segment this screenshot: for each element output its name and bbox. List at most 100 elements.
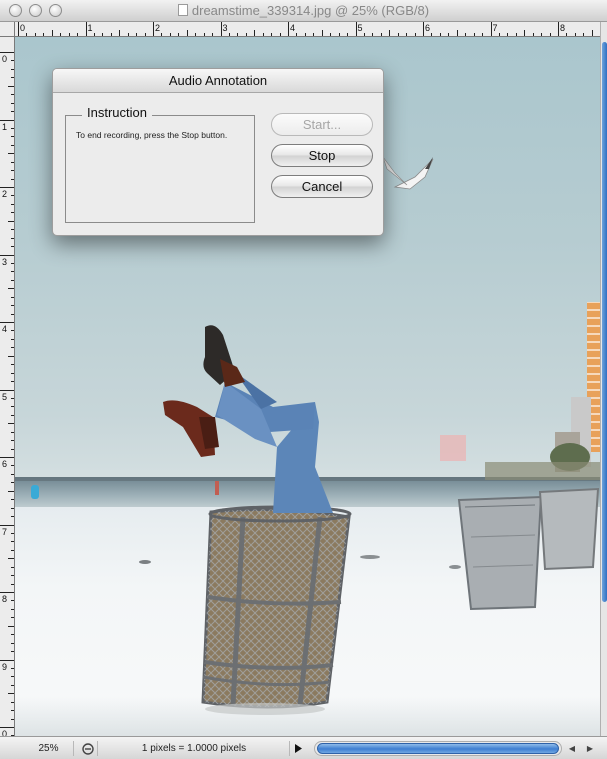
ruler-minor-tick bbox=[11, 617, 14, 619]
horizontal-scrollbar-thumb[interactable] bbox=[317, 743, 559, 754]
cancel-button[interactable]: Cancel bbox=[271, 175, 373, 198]
ruler-minor-tick bbox=[389, 30, 391, 36]
ruler-minor-tick bbox=[11, 170, 14, 172]
ruler-minor-tick bbox=[465, 33, 467, 36]
ruler-minor-tick bbox=[245, 33, 247, 36]
ruler-minor-tick bbox=[43, 33, 45, 36]
ruler-minor-tick bbox=[11, 60, 14, 62]
ruler-minor-tick bbox=[11, 414, 14, 416]
horizontal-ruler[interactable]: 0 1 2 3 4 5 6 7 8 bbox=[0, 22, 600, 37]
ruler-minor-tick bbox=[541, 33, 543, 36]
ruler-label: 8 bbox=[2, 594, 8, 604]
ruler-major-tick bbox=[0, 727, 14, 728]
ruler-major-tick bbox=[0, 457, 14, 458]
ruler-minor-tick bbox=[60, 33, 62, 36]
ruler-label: 9 bbox=[2, 661, 8, 672]
ruler-minor-tick bbox=[11, 212, 14, 214]
ruler-minor-tick bbox=[8, 153, 14, 155]
scroll-left-icon[interactable]: ◀ bbox=[565, 741, 579, 756]
ruler-minor-tick bbox=[11, 575, 14, 577]
ruler-minor-tick bbox=[8, 288, 14, 290]
ruler-minor-tick bbox=[8, 558, 14, 560]
ruler-minor-tick bbox=[11, 305, 14, 307]
ruler-origin[interactable] bbox=[0, 22, 15, 37]
distant-person bbox=[31, 485, 39, 499]
ruler-minor-tick bbox=[532, 33, 534, 36]
main-trash-can bbox=[201, 505, 352, 715]
ruler-minor-tick bbox=[11, 347, 14, 349]
ruler-minor-tick bbox=[498, 33, 500, 36]
ruler-minor-tick bbox=[11, 634, 14, 636]
ruler-minor-tick bbox=[11, 549, 14, 551]
ruler-minor-tick bbox=[136, 33, 138, 36]
ruler-minor-tick bbox=[279, 33, 281, 36]
ruler-minor-tick bbox=[11, 279, 14, 281]
ruler-minor-tick bbox=[11, 608, 14, 610]
version-cue-icon[interactable] bbox=[78, 741, 98, 756]
ruler-minor-tick bbox=[566, 33, 568, 36]
ruler-major-tick bbox=[288, 22, 289, 36]
ruler-minor-tick bbox=[448, 33, 450, 36]
ruler-minor-tick bbox=[456, 30, 458, 36]
triangle-right-icon bbox=[295, 744, 302, 753]
ruler-minor-tick bbox=[186, 30, 188, 36]
audio-annotation-dialog: Audio Annotation Start... Stop Cancel bbox=[52, 68, 384, 236]
stop-button[interactable]: Stop bbox=[271, 144, 373, 167]
ruler-minor-tick bbox=[11, 271, 14, 273]
ruler-label: 2 bbox=[2, 189, 8, 199]
ruler-minor-tick bbox=[380, 33, 382, 36]
ruler-minor-tick bbox=[11, 127, 14, 129]
ruler-minor-tick bbox=[583, 33, 585, 36]
zoom-level-field[interactable]: 25% bbox=[24, 741, 74, 756]
ruler-label: 6 bbox=[2, 459, 8, 469]
ruler-minor-tick bbox=[347, 33, 349, 36]
ruler-minor-tick bbox=[119, 30, 121, 36]
ruler-minor-tick bbox=[34, 33, 36, 36]
ruler-minor-tick bbox=[93, 33, 95, 36]
status-menu-button[interactable] bbox=[289, 741, 307, 756]
vertical-scrollbar-thumb[interactable] bbox=[602, 42, 607, 602]
ruler-minor-tick bbox=[11, 473, 14, 475]
vertical-ruler[interactable]: 0 1 2 3 4 5 6 7 8 9 0 bbox=[0, 37, 15, 736]
ruler-label: 0 bbox=[2, 729, 8, 736]
ruler-minor-tick bbox=[271, 33, 273, 36]
vertical-scrollbar[interactable] bbox=[600, 22, 607, 736]
distant-figure bbox=[215, 481, 219, 495]
ruler-minor-tick bbox=[507, 33, 509, 36]
instruction-group-label: Instruction bbox=[82, 105, 152, 120]
ruler-minor-tick bbox=[549, 33, 551, 36]
ruler-major-tick bbox=[0, 52, 14, 53]
dialog-title: Audio Annotation bbox=[53, 69, 383, 93]
ruler-minor-tick bbox=[51, 30, 53, 36]
ruler-minor-tick bbox=[8, 355, 14, 357]
ruler-minor-tick bbox=[127, 33, 129, 36]
ruler-minor-tick bbox=[406, 33, 408, 36]
ruler-minor-tick bbox=[11, 237, 14, 239]
ruler-minor-tick bbox=[11, 516, 14, 518]
ruler-minor-tick bbox=[11, 229, 14, 231]
ruler-minor-tick bbox=[8, 490, 14, 492]
ruler-minor-tick bbox=[11, 600, 14, 602]
start-button[interactable]: Start... bbox=[271, 113, 373, 136]
ruler-minor-tick bbox=[11, 431, 14, 433]
ruler-minor-tick bbox=[11, 440, 14, 442]
seagull bbox=[382, 156, 434, 190]
ruler-minor-tick bbox=[11, 111, 14, 113]
window-titlebar[interactable]: dreamstime_339314.jpg @ 25% (RGB/8) bbox=[0, 0, 607, 22]
ruler-major-tick bbox=[0, 254, 14, 256]
ruler-minor-tick bbox=[11, 203, 14, 205]
ruler-minor-tick bbox=[11, 676, 14, 678]
ruler-major-tick bbox=[355, 22, 357, 36]
scroll-right-icon[interactable]: ▶ bbox=[583, 741, 597, 756]
ruler-major-tick bbox=[0, 659, 14, 661]
ruler-minor-tick bbox=[11, 178, 14, 180]
ruler-label: 6 bbox=[425, 23, 431, 33]
ruler-minor-tick bbox=[321, 30, 323, 36]
ruler-major-tick bbox=[0, 119, 14, 121]
window-title: dreamstime_339314.jpg @ 25% (RGB/8) bbox=[191, 3, 430, 18]
ruler-minor-tick bbox=[591, 30, 593, 36]
ruler-minor-tick bbox=[102, 33, 104, 36]
ruler-label: 4 bbox=[290, 23, 296, 33]
horizontal-scrollbar[interactable] bbox=[314, 741, 562, 756]
ruler-minor-tick bbox=[296, 33, 298, 36]
